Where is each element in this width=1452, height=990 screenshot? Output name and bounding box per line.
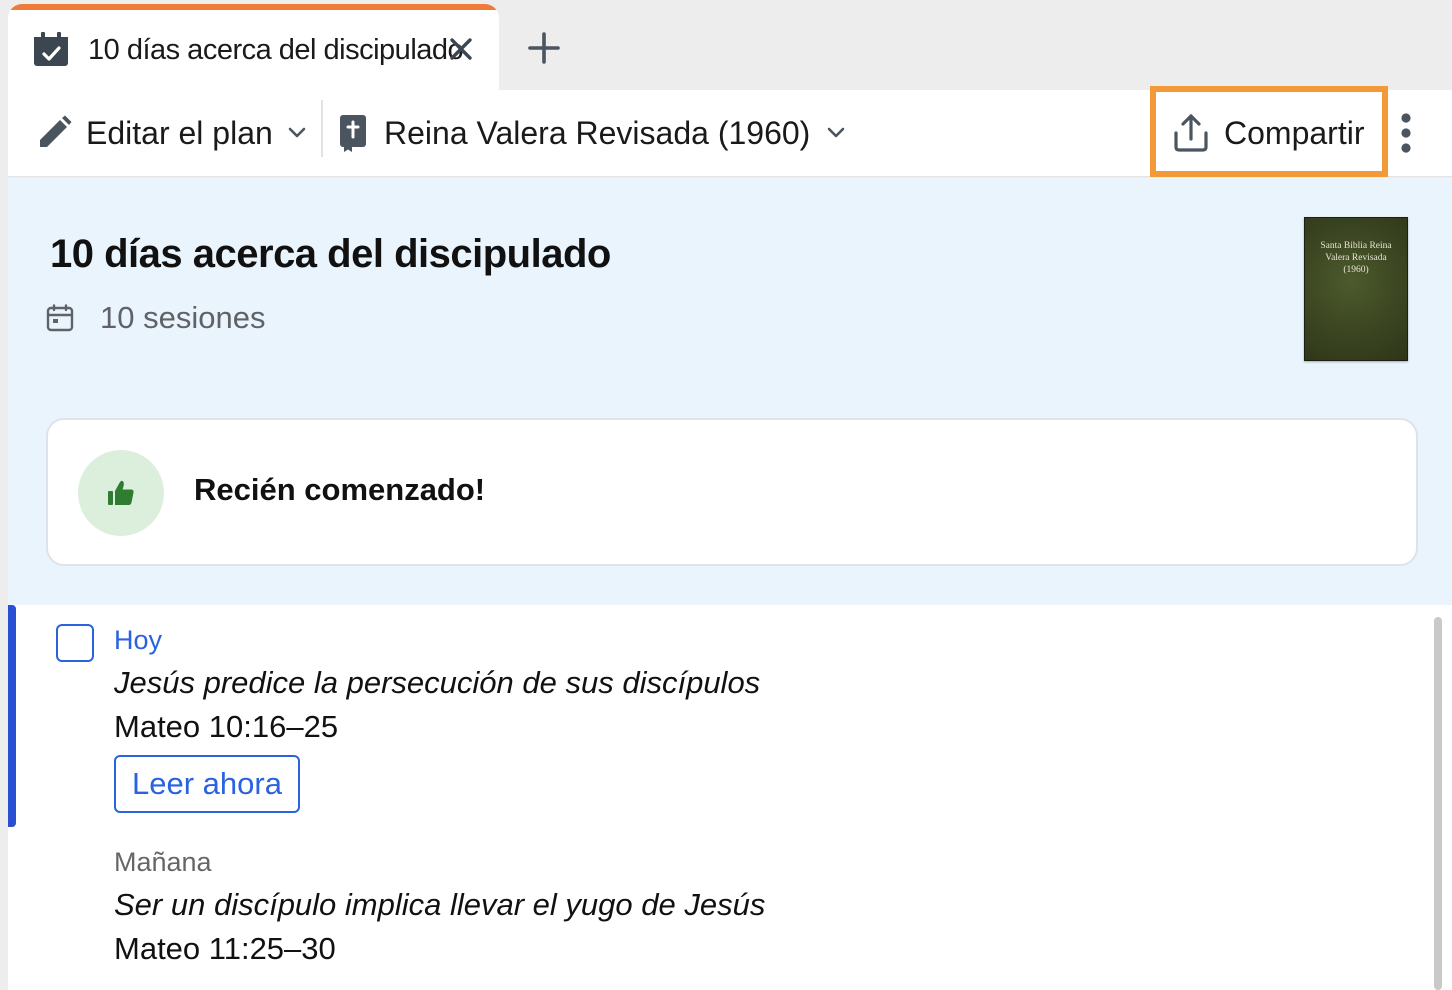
calendar-icon — [46, 304, 74, 332]
progress-card: Recién comenzado! — [46, 418, 1418, 566]
bible-cover-image: Santa Biblia Reina Valera Revisada (1960… — [1304, 217, 1408, 361]
tab-accent-bar — [8, 4, 499, 10]
share-label: Compartir — [1224, 114, 1365, 151]
readings-list: Hoy Jesús predice la persecución de sus … — [8, 605, 1452, 990]
bible-cover-text: Santa Biblia Reina Valera Revisada (1960… — [1320, 241, 1392, 275]
chevron-down-icon — [826, 126, 846, 140]
plan-header: 10 días acerca del discipulado 10 sesion… — [8, 178, 1452, 605]
toolbar-divider — [321, 100, 323, 157]
tab-title: 10 días acerca del discipulado — [88, 34, 464, 66]
plus-icon[interactable] — [522, 26, 566, 70]
day-label-today: Hoy — [114, 625, 163, 655]
read-now-button[interactable]: Leer ahora — [114, 755, 300, 813]
bible-icon — [338, 113, 368, 153]
more-options-icon[interactable] — [1391, 108, 1421, 158]
share-icon — [1172, 113, 1210, 153]
progress-status: Recién comenzado! — [194, 472, 486, 507]
day-label-tomorrow: Mañana — [114, 847, 212, 877]
edit-plan-button[interactable]: Editar el plan — [36, 103, 307, 163]
bible-version-label: Reina Valera Revisada (1960) — [384, 114, 811, 151]
sessions-count: 10 sesiones — [100, 300, 266, 335]
close-icon[interactable] — [446, 32, 476, 66]
edit-plan-label: Editar el plan — [86, 114, 273, 151]
share-button[interactable]: Compartir — [1172, 103, 1364, 163]
calendar-check-icon — [32, 30, 70, 68]
reading-reference[interactable]: Mateo 11:25–30 — [114, 931, 336, 967]
thumbs-up-icon — [106, 478, 136, 508]
reading-reference[interactable]: Mateo 10:16–25 — [114, 709, 338, 745]
scrollbar[interactable] — [1434, 617, 1442, 990]
plan-toolbar: Editar el plan Reina Valera Revisada (19… — [8, 86, 1452, 177]
progress-badge — [78, 450, 164, 536]
reading-checkbox[interactable] — [56, 624, 94, 662]
chevron-down-icon — [287, 126, 307, 140]
reading-title: Ser un discípulo implica llevar el yugo … — [114, 887, 766, 922]
tab-plan[interactable]: 10 días acerca del discipulado — [8, 4, 499, 92]
reading-title: Jesús predice la persecución de sus disc… — [114, 665, 761, 700]
bible-version-selector[interactable]: Reina Valera Revisada (1960) — [338, 103, 846, 163]
pencil-icon — [36, 115, 72, 151]
tab-strip: 10 días acerca del discipulado — [0, 0, 1452, 92]
page-title: 10 días acerca del discipulado — [50, 232, 611, 276]
sessions-info: 10 sesiones — [46, 300, 265, 336]
today-indicator — [8, 605, 16, 827]
